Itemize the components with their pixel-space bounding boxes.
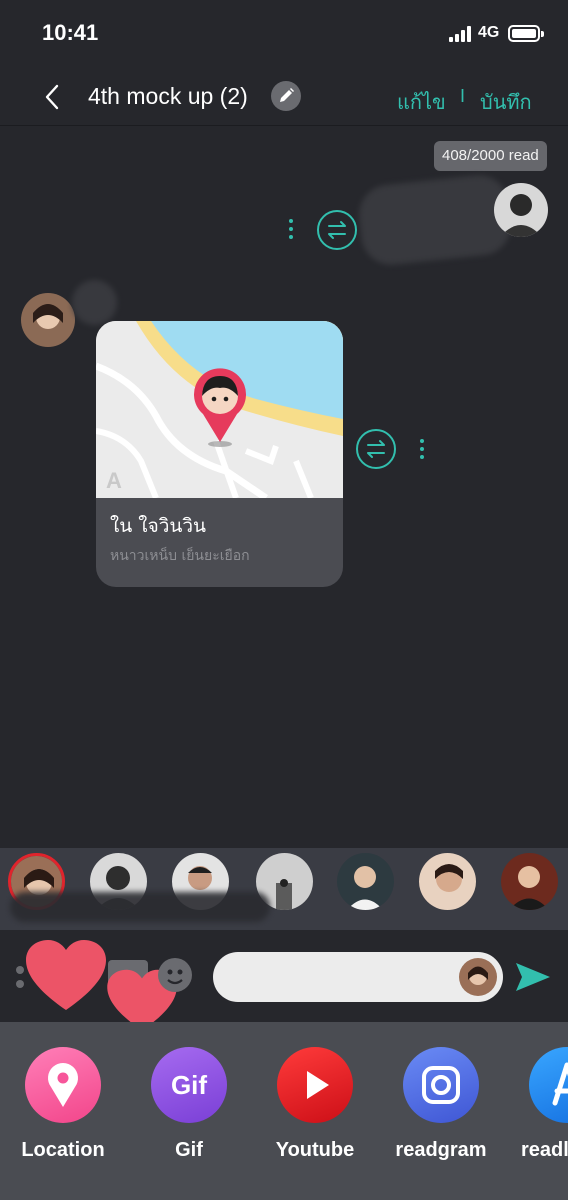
tray-item-readgram[interactable]: readgram [386, 1047, 496, 1162]
map-letter: A [106, 468, 122, 493]
swap-side-button[interactable] [356, 429, 396, 469]
tray-item-label: readgram [395, 1139, 487, 1161]
message-options-button[interactable] [289, 219, 295, 243]
sticker-heart [24, 938, 108, 1019]
message-options-button[interactable] [420, 439, 426, 463]
location-pin-icon [25, 1047, 101, 1123]
emoji-button[interactable] [158, 958, 192, 992]
location-card[interactable]: A ใน ใจวินวิน หนาวเหน็บ เย็นยะเยือก [96, 321, 343, 587]
read-counter-badge: 408/2000 read [434, 141, 547, 171]
character-avatar[interactable] [501, 853, 558, 910]
svg-text:Gif: Gif [171, 1070, 207, 1100]
swap-arrows-icon [367, 440, 385, 458]
character-avatar[interactable] [419, 853, 476, 910]
network-type: 4G [478, 24, 500, 41]
chat-header: 4th mock up (2) แก้ไข I บันทึก [0, 66, 568, 126]
message-input[interactable] [213, 952, 503, 1002]
signal-icon [449, 26, 473, 42]
place-address: หนาวเหน็บ เย็นยะเยือก [110, 548, 250, 564]
status-time: 10:41 [42, 20, 99, 45]
edit-button[interactable]: แก้ไข [397, 86, 446, 118]
place-name: ใน ใจวินวิน [110, 515, 207, 537]
emoji-icon [167, 969, 183, 985]
location-pin-icon [194, 368, 246, 447]
tray-item-label: Gif [175, 1139, 203, 1161]
character-strip [0, 848, 568, 930]
sender-avatar[interactable] [494, 183, 548, 237]
tray-item-readl[interactable]: readl [512, 1047, 568, 1162]
tray-item-label: Youtube [275, 1139, 355, 1161]
page-title: 4th mock up (2) [88, 83, 248, 109]
tray-item-youtube[interactable]: Youtube [260, 1047, 370, 1162]
chevron-left-icon [45, 84, 59, 110]
attachment-tray: Location Gif Gif Youtube readgram readl [0, 1022, 568, 1200]
app-store-icon [529, 1047, 568, 1123]
pencil-icon [280, 88, 294, 102]
swap-arrows-icon [328, 221, 346, 239]
character-avatar[interactable] [337, 853, 394, 910]
tray-item-gif[interactable]: Gif Gif [134, 1047, 244, 1162]
redacted-scribble [356, 172, 514, 268]
redacted-scribble [10, 892, 270, 922]
gif-icon: Gif [151, 1047, 227, 1123]
youtube-play-icon [277, 1047, 353, 1123]
redacted-scribble [72, 280, 117, 325]
tray-item-label: readl [521, 1139, 568, 1161]
camera-icon [403, 1047, 479, 1123]
map-thumbnail: A [96, 321, 343, 501]
receiver-avatar[interactable] [21, 293, 75, 347]
status-bar: 10:41 4G [0, 0, 568, 66]
back-button[interactable] [38, 82, 68, 112]
send-button[interactable] [512, 960, 552, 994]
heart-icon [26, 940, 106, 1010]
swap-side-button[interactable] [317, 210, 357, 250]
battery-icon [508, 25, 544, 42]
speaker-avatar[interactable] [459, 958, 497, 996]
save-button[interactable]: บันทึก [480, 86, 532, 118]
rename-button[interactable] [271, 81, 301, 111]
tray-item-location[interactable]: Location [8, 1047, 118, 1162]
header-separator: I [460, 86, 466, 106]
send-icon [516, 963, 550, 991]
tray-item-label: Location [21, 1139, 105, 1161]
input-bar [0, 930, 568, 1031]
